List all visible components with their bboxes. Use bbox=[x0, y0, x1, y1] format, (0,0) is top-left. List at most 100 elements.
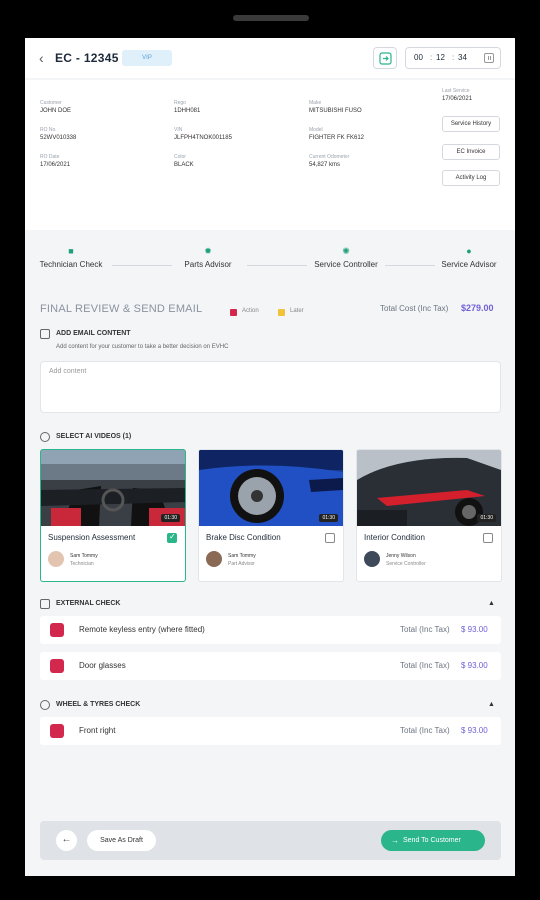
field-value: 52WV010338 bbox=[40, 135, 77, 141]
status-swatch bbox=[50, 724, 64, 738]
send-button-label: Send To Customer bbox=[403, 837, 461, 844]
email-content-input[interactable] bbox=[40, 361, 501, 413]
speaker-grille bbox=[233, 15, 309, 21]
final-review-title: FINAL REVIEW & SEND EMAIL bbox=[40, 303, 203, 315]
video-checkbox[interactable] bbox=[483, 533, 493, 543]
legend-label: Later bbox=[290, 308, 304, 314]
ec-invoice-button[interactable]: EC Invoice bbox=[442, 144, 500, 160]
step-service-advisor[interactable]: ● Service Advisor bbox=[434, 246, 504, 271]
field-label: RO Date bbox=[40, 154, 60, 160]
step-service-controller[interactable]: ✺ Service Controller bbox=[311, 246, 381, 271]
wheel-icon bbox=[40, 700, 50, 710]
info-field: Model FIGHTER FK FK612 bbox=[309, 127, 364, 142]
activity-log-button[interactable]: Activity Log bbox=[442, 170, 500, 186]
field-label: Color bbox=[174, 154, 186, 160]
step-parts-advisor[interactable]: ✹ Parts Advisor bbox=[173, 246, 243, 271]
check-item-price: $ 93.00 bbox=[461, 625, 488, 634]
email-content-heading: ADD EMAIL CONTENT bbox=[56, 330, 131, 337]
arrow-left-icon[interactable]: ← bbox=[56, 830, 77, 851]
field-label: Model bbox=[309, 127, 323, 133]
check-item-total-label: Total (Inc Tax) bbox=[400, 661, 450, 670]
video-title: Suspension Assessment bbox=[48, 533, 136, 542]
check-row[interactable]: Remote keyless entry (where fitted) Tota… bbox=[40, 616, 501, 644]
check-row[interactable]: Door glasses Total (Inc Tax) $ 93.00 bbox=[40, 652, 501, 680]
timer-separator: : bbox=[452, 53, 455, 62]
car-icon bbox=[40, 599, 50, 609]
timer-seconds: 34 bbox=[458, 53, 467, 62]
step-label: Service Advisor bbox=[441, 260, 497, 269]
step-technician-check[interactable]: ■ Technician Check bbox=[36, 246, 106, 271]
collapse-icon[interactable]: ▲ bbox=[488, 600, 495, 607]
avatar bbox=[206, 551, 222, 567]
chevron-left-icon[interactable]: ‹ bbox=[39, 51, 49, 65]
check-item-name: Front right bbox=[79, 726, 116, 735]
badge-icon: ✺ bbox=[342, 246, 350, 256]
info-field: Current Odometer 54,827 kms bbox=[309, 154, 349, 169]
legend-label: Action bbox=[242, 308, 259, 314]
field-value: MITSUBISHI FUSO bbox=[309, 108, 362, 114]
video-checkbox[interactable] bbox=[325, 533, 335, 543]
video-title: Brake Disc Condition bbox=[206, 533, 281, 542]
collapse-icon[interactable]: ▲ bbox=[488, 701, 495, 708]
legend-later: Later bbox=[278, 306, 318, 320]
step-label: Parts Advisor bbox=[184, 260, 232, 269]
wheel-check-heading: WHEEL & TYRES CHECK bbox=[56, 701, 141, 708]
video-author-name: Sam Tommy bbox=[70, 553, 98, 559]
save-draft-button[interactable]: Save As Draft bbox=[87, 830, 156, 851]
field-value: 1DHH081 bbox=[174, 108, 201, 114]
pause-icon[interactable] bbox=[484, 53, 494, 63]
field-label: Last Service bbox=[442, 88, 470, 94]
info-field: Customer JOHN DOE bbox=[40, 100, 71, 115]
arrow-right-icon: → bbox=[391, 836, 399, 845]
video-icon bbox=[40, 432, 50, 442]
service-history-button[interactable]: Service History bbox=[442, 116, 500, 132]
video-author-name: Sam Tommy bbox=[228, 553, 256, 559]
legend-swatch bbox=[278, 309, 285, 316]
status-swatch bbox=[50, 623, 64, 637]
total-cost-value: $279.00 bbox=[461, 303, 494, 313]
check-item-name: Remote keyless entry (where fitted) bbox=[79, 625, 205, 634]
info-field: Rego 1DHH081 bbox=[174, 100, 200, 115]
check-item-name: Door glasses bbox=[79, 661, 126, 670]
clipboard-icon: ■ bbox=[68, 246, 74, 256]
field-label: VIN bbox=[174, 127, 183, 133]
check-item-price: $ 93.00 bbox=[461, 661, 488, 670]
video-author-role: Technician bbox=[70, 561, 94, 567]
video-card[interactable]: 01:30 Interior Condition Jenny Wilson Se… bbox=[356, 449, 502, 582]
video-duration: 01:30 bbox=[319, 514, 338, 522]
video-card[interactable]: 01:30 Suspension Assessment Sam Tommy Te… bbox=[40, 449, 186, 582]
info-field: VIN JLFPH4TNOK001185 bbox=[174, 127, 232, 142]
step-connector bbox=[112, 265, 172, 266]
check-row[interactable]: Front right Total (Inc Tax) $ 93.00 bbox=[40, 717, 501, 745]
customer-info-panel: Customer JOHN DOE Rego 1DHH081 Make MITSUBI… bbox=[25, 80, 515, 230]
step-label: Service Controller bbox=[314, 260, 378, 269]
video-author-name: Jenny Wilson bbox=[386, 553, 416, 559]
check-item-price: $ 93.00 bbox=[461, 726, 488, 735]
timer-hours: 00 bbox=[414, 53, 423, 62]
vip-badge: VIP bbox=[122, 50, 172, 66]
email-content-subtitle: Add content for your customer to take a … bbox=[56, 344, 229, 350]
video-checkbox[interactable] bbox=[167, 532, 177, 543]
send-to-customer-button[interactable]: → Send To Customer bbox=[381, 830, 485, 851]
field-label: Current Odometer bbox=[309, 154, 350, 160]
top-bar: ‹ EC - 12345 VIP 00 : 12 : 34 bbox=[25, 38, 515, 78]
info-field: RO No. 52WV010338 bbox=[40, 127, 76, 142]
video-card[interactable]: 01:30 Brake Disc Condition Sam Tommy Par… bbox=[198, 449, 344, 582]
app-screen: ‹ EC - 12345 VIP 00 : 12 : 34 Customer JO… bbox=[25, 38, 515, 876]
check-item-total-label: Total (Inc Tax) bbox=[400, 625, 450, 634]
gear-icon: ✹ bbox=[204, 246, 212, 256]
legend-action: Action bbox=[230, 306, 270, 320]
check-item-total-label: Total (Inc Tax) bbox=[400, 726, 450, 735]
step-connector bbox=[385, 265, 435, 266]
field-label: Rego bbox=[174, 100, 186, 106]
info-field: Make MITSUBISHI FUSO bbox=[309, 100, 362, 115]
field-value: FIGHTER FK FK612 bbox=[309, 135, 365, 141]
field-value: BLACK bbox=[174, 162, 194, 168]
status-swatch bbox=[50, 659, 64, 673]
field-value: 54,827 kms bbox=[309, 162, 341, 168]
info-field: RO Date 17/06/2021 bbox=[40, 154, 70, 169]
step-label: Technician Check bbox=[39, 260, 103, 269]
export-button[interactable] bbox=[373, 47, 397, 69]
field-label: Customer bbox=[40, 100, 62, 106]
field-label: Make bbox=[309, 100, 322, 106]
